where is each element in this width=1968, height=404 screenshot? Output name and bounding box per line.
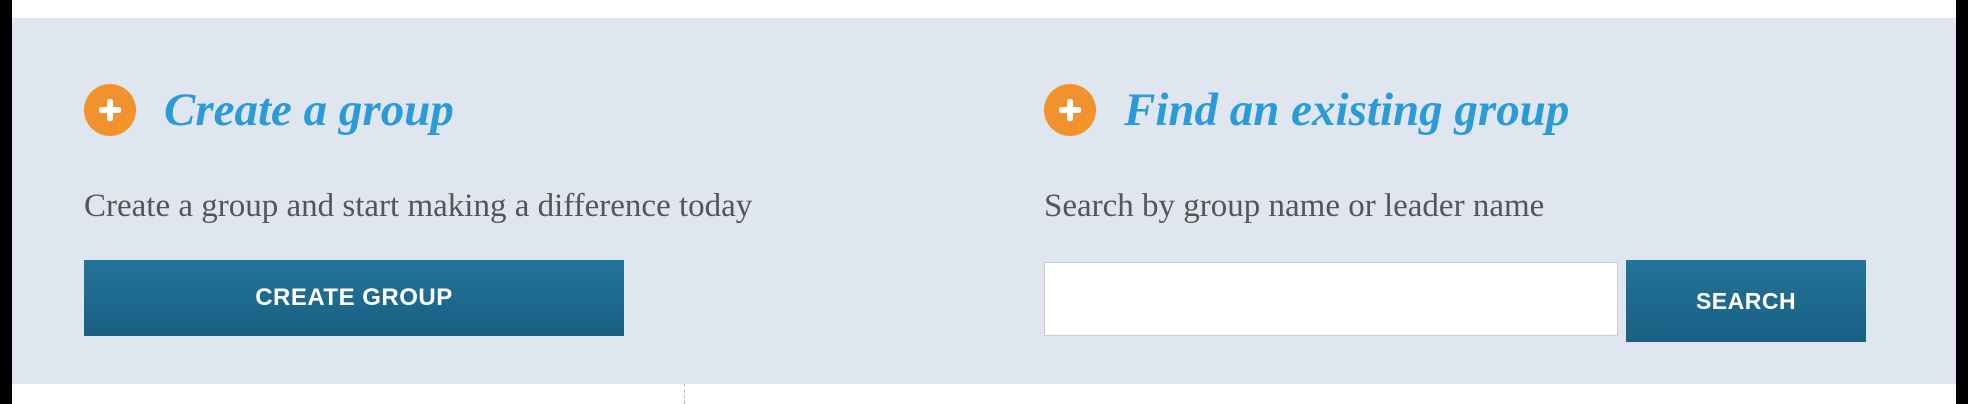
find-group-heading: Find an existing group	[1124, 84, 1570, 136]
group-search-input[interactable]	[1044, 262, 1618, 336]
create-group-description: Create a group and start making a differ…	[84, 188, 753, 224]
create-group-button[interactable]: CREATE GROUP	[84, 260, 624, 336]
column-divider	[684, 384, 685, 404]
left-edge-bar	[0, 0, 12, 404]
create-group-heading-row: Create a group	[84, 84, 454, 136]
top-strip	[0, 0, 1968, 18]
right-edge-bar	[1956, 0, 1968, 404]
plus-circle-icon	[84, 84, 136, 136]
search-button[interactable]: SEARCH	[1626, 260, 1866, 342]
plus-circle-icon	[1044, 84, 1096, 136]
group-actions-panel: Create a group Create a group and start …	[0, 18, 1968, 384]
find-group-description: Search by group name or leader name	[1044, 188, 1545, 224]
find-group-heading-row: Find an existing group	[1044, 84, 1569, 136]
create-group-heading: Create a group	[164, 84, 454, 136]
